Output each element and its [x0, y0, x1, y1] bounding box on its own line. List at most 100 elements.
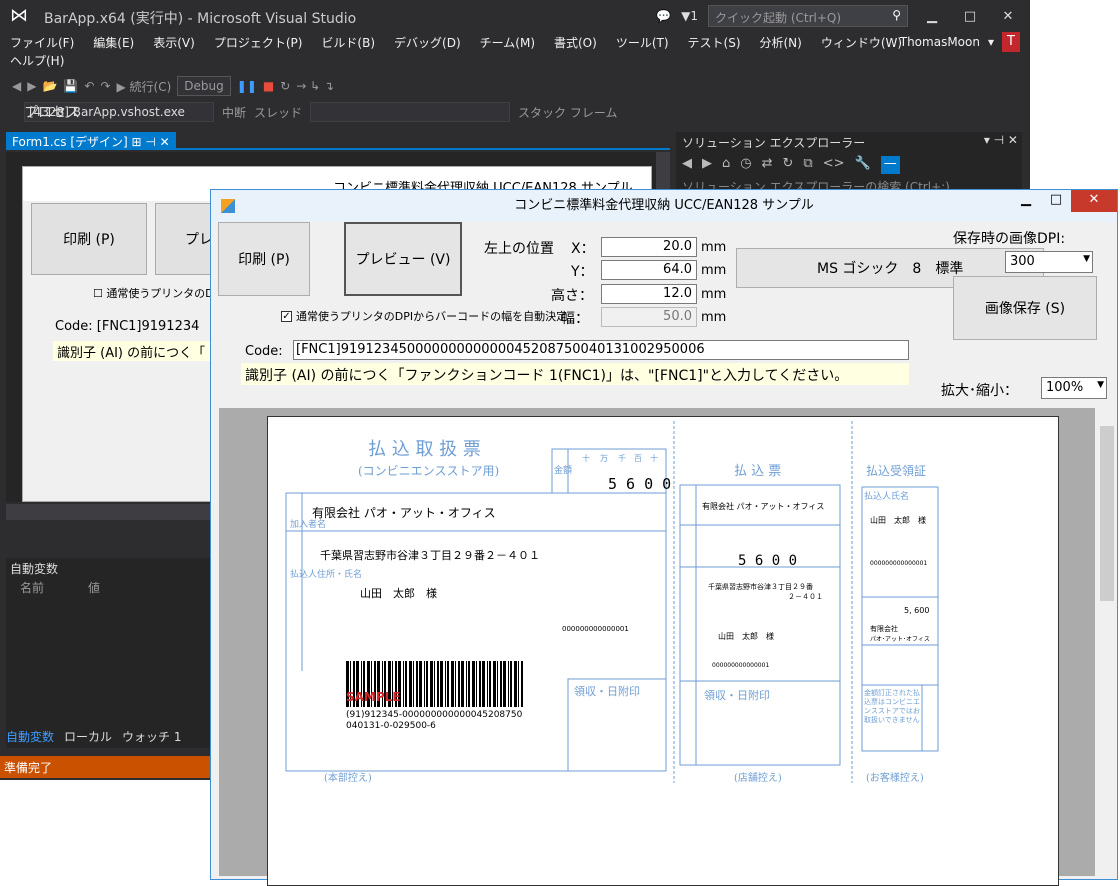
barcode-bar: [487, 661, 488, 707]
stop-icon[interactable]: ■: [263, 79, 274, 93]
forward-icon[interactable]: ▶: [702, 156, 712, 174]
barcode-bar: [497, 661, 498, 707]
height-input[interactable]: 12.0: [601, 284, 697, 304]
menu-team[interactable]: チーム(M): [480, 34, 535, 51]
barcode-bar: [434, 661, 435, 707]
right-payer-label: 払込人氏名: [864, 490, 909, 502]
designer-checkbox[interactable]: ☐ 通常使うプリンタのDPI: [93, 285, 224, 301]
step-icon[interactable]: → ↳ ↴: [296, 79, 334, 93]
history-icon[interactable]: ◷: [740, 156, 751, 174]
refresh-icon[interactable]: ↻: [783, 156, 794, 174]
col-value[interactable]: 値: [88, 581, 100, 595]
vs-title-bar: ⋈ BarApp.x64 (実行中) - Microsoft Visual St…: [0, 0, 1030, 32]
preview-toggle-icon[interactable]: —: [880, 156, 900, 174]
auto-dpi-checkbox[interactable]: ✓ 通常使うプリンタのDPIからバーコードの幅を自動決定: [281, 308, 567, 324]
save-image-button[interactable]: 画像保存 (S): [953, 276, 1097, 340]
close-button[interactable]: ✕: [994, 9, 1022, 24]
barcode-bar: [403, 661, 404, 707]
checkbox-checked-icon[interactable]: ✓: [281, 310, 292, 322]
tab-locals[interactable]: ローカル: [64, 728, 112, 748]
code-icon[interactable]: <>: [823, 156, 845, 174]
user-account[interactable]: ThomasMoon ▾ T: [900, 32, 1020, 52]
open-icon[interactable]: 📂: [42, 79, 57, 93]
autos-title: 自動変数: [10, 562, 59, 576]
amount-value: 5 6 0 0: [608, 475, 671, 493]
print-preview-area: 払 込 取 扱 票 (コンビニエンスストア用) 金額 加入者名 払込人住所・氏名…: [219, 408, 1095, 886]
designer-print-button[interactable]: 印刷 (P): [31, 203, 147, 275]
interrupt-label[interactable]: 中断: [222, 104, 246, 121]
receipt-stamp-label: 領収・日附印: [574, 684, 640, 698]
x-input[interactable]: 20.0: [601, 237, 697, 257]
height-unit: mm: [701, 287, 727, 302]
quick-launch-input[interactable]: クイック起動 (Ctrl+Q) ⚲: [708, 5, 908, 27]
forward-icon[interactable]: ▶: [27, 79, 36, 93]
vs-window-title: BarApp.x64 (実行中) - Microsoft Visual Stud…: [44, 11, 357, 27]
menu-help[interactable]: ヘルプ(H): [10, 54, 64, 68]
code-input[interactable]: [FNC1]9191234500000000000004520875004013…: [293, 340, 909, 360]
barcode-bar: [500, 661, 502, 707]
notification-flag[interactable]: ▼1: [681, 9, 698, 23]
search-icon: ⚲: [892, 8, 901, 22]
preview-scrollbar[interactable]: [1097, 408, 1117, 876]
sync-icon[interactable]: ⇄: [762, 156, 773, 174]
collapse-icon[interactable]: ⧉: [803, 156, 812, 174]
col-name[interactable]: 名前: [20, 581, 44, 595]
config-dropdown[interactable]: Debug: [177, 76, 231, 96]
menu-analyze[interactable]: 分析(N): [760, 34, 802, 51]
redo-icon[interactable]: ↷: [100, 79, 110, 93]
menu-file[interactable]: ファイル(F): [10, 34, 74, 51]
menu-tools[interactable]: ツール(T): [616, 34, 669, 51]
print-button[interactable]: 印刷 (P): [218, 222, 310, 296]
menu-window[interactable]: ウィンドウ(W): [821, 34, 902, 51]
barcode-bar: [503, 661, 506, 707]
main-foot: (本部控え): [324, 771, 372, 784]
back-icon[interactable]: ◀: [682, 156, 692, 174]
home-icon[interactable]: ⌂: [722, 156, 730, 174]
back-icon[interactable]: ◀: [12, 79, 21, 93]
menu-view[interactable]: 表示(V): [153, 34, 195, 51]
undo-icon[interactable]: ↶: [84, 79, 94, 93]
menu-test[interactable]: テスト(S): [688, 34, 741, 51]
properties-icon[interactable]: 🔧: [855, 156, 871, 174]
menu-edit[interactable]: 編集(E): [93, 34, 134, 51]
y-input[interactable]: 64.0: [601, 260, 697, 280]
maximize-button[interactable]: □: [956, 9, 984, 24]
stack-frame-label[interactable]: スタック フレーム: [518, 104, 617, 121]
y-unit: mm: [701, 263, 727, 278]
dpi-select[interactable]: 300 ▼: [1005, 251, 1093, 273]
close-button[interactable]: ✕: [1071, 190, 1117, 212]
continue-button[interactable]: ▶ 続行(C): [117, 78, 172, 95]
tab-form1-design[interactable]: Form1.cs [デザイン] ⊞ ⊣ ✕: [6, 132, 176, 150]
slip-title: 払 込 取 扱 票: [368, 439, 481, 460]
menu-format[interactable]: 書式(O): [554, 34, 597, 51]
save-icon[interactable]: 💾: [63, 79, 78, 93]
autos-panel: 自動変数 名前 値: [6, 558, 210, 748]
restart-icon[interactable]: ↻: [280, 79, 290, 93]
barcode-bar: [508, 661, 509, 707]
maximize-button[interactable]: □: [1041, 190, 1071, 212]
scroll-thumb[interactable]: [1100, 426, 1114, 601]
close-icon[interactable]: ▾ ⊣ ✕: [984, 133, 1018, 147]
chevron-down-icon: ▼: [1097, 380, 1104, 390]
mid-ref: 000000000000001: [712, 662, 769, 669]
right-ref: 000000000000001: [870, 560, 927, 567]
menu-build[interactable]: ビルド(B): [321, 34, 375, 51]
reference-number: 000000000000001: [562, 625, 629, 633]
thread-label[interactable]: スレッド: [254, 104, 302, 121]
tab-watch[interactable]: ウォッチ 1: [122, 728, 181, 748]
tab-autos[interactable]: 自動変数: [6, 728, 54, 748]
minimize-button[interactable]: ▁: [918, 9, 946, 24]
zoom-select[interactable]: 100% ▼: [1041, 377, 1107, 399]
preview-button[interactable]: プレビュー (V): [344, 222, 462, 296]
barcode-bar: [518, 661, 519, 707]
pause-icon[interactable]: ❚❚: [237, 79, 257, 93]
barcode-bar: [458, 661, 460, 707]
menu-project[interactable]: プロジェクト(P): [214, 34, 303, 51]
thread-dropdown[interactable]: [310, 102, 511, 122]
menu-debug[interactable]: デバッグ(D): [394, 34, 461, 51]
barcode-sample-watermark: SAMPLE: [346, 690, 401, 704]
feedback-icon[interactable]: 💬: [656, 9, 671, 23]
barcode-bar: [455, 661, 456, 707]
minimize-button[interactable]: ▁: [1011, 190, 1041, 212]
designer-code-field[interactable]: Code: [FNC1]9191234: [55, 319, 199, 334]
